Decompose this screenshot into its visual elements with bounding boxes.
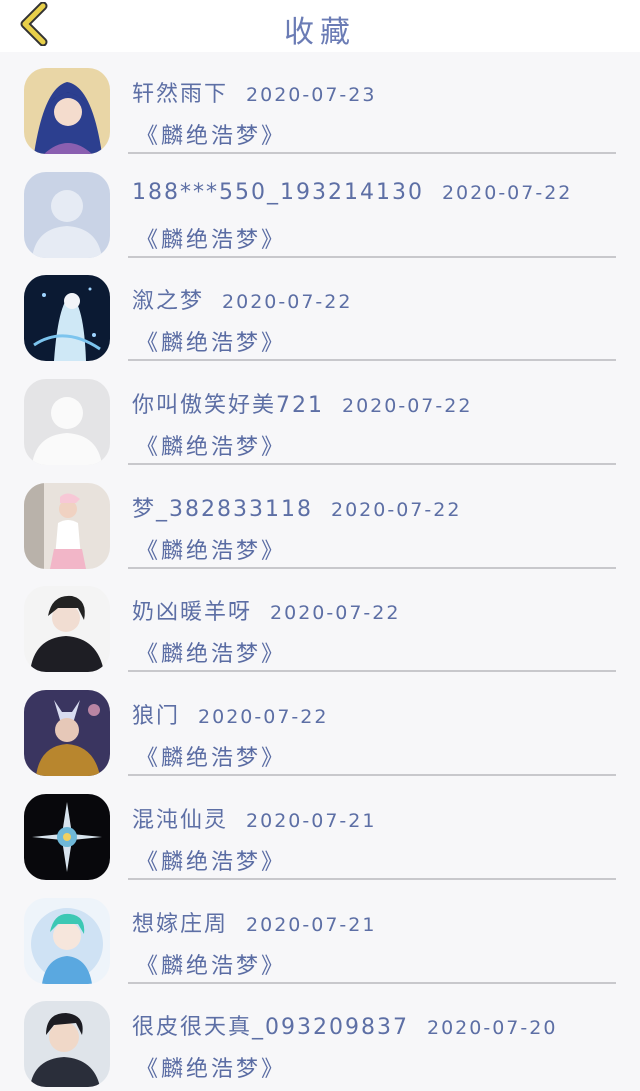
- avatar[interactable]: [24, 690, 110, 777]
- date: 2020-07-22: [222, 291, 353, 314]
- work-title: 《麟绝浩梦》: [136, 331, 287, 357]
- avatar[interactable]: [24, 171, 110, 258]
- divider: [128, 981, 616, 984]
- date: 2020-07-22: [330, 498, 462, 521]
- divider: [128, 255, 616, 258]
- date: 2020-07-22: [441, 181, 573, 204]
- back-button[interactable]: [14, 1, 54, 50]
- list-item[interactable]: 狼门 2020-07-22 《麟绝浩梦》: [0, 674, 640, 778]
- list-item[interactable]: 奶凶暖羊呀 2020-07-22 《麟绝浩梦》: [0, 570, 640, 674]
- divider: [128, 152, 616, 154]
- work-title: 《麟绝浩梦》: [136, 538, 287, 564]
- avatar[interactable]: [24, 379, 110, 466]
- date: 2020-07-21: [246, 809, 377, 832]
- username: 你叫傲笑好美721: [132, 393, 324, 419]
- avatar[interactable]: [24, 586, 110, 673]
- work-title: 《麟绝浩梦》: [136, 849, 287, 875]
- divider: [128, 566, 616, 569]
- item-header: 很皮很天真_093209837 2020-07-20: [132, 1009, 557, 1041]
- username: 梦_382833118: [132, 496, 313, 522]
- item-header: 溆之梦 2020-07-22: [132, 283, 352, 315]
- username: 奶凶暖羊呀: [132, 600, 253, 626]
- work-title: 《麟绝浩梦》: [136, 642, 287, 668]
- username: 狼门: [132, 704, 181, 730]
- divider: [128, 877, 616, 880]
- item-header: 狼门 2020-07-22: [132, 698, 328, 730]
- avatar[interactable]: [24, 68, 110, 154]
- divider: [128, 463, 616, 466]
- date: 2020-07-21: [246, 913, 377, 936]
- list-item[interactable]: 想嫁庄周 2020-07-21 《麟绝浩梦》: [0, 882, 640, 986]
- work-title: 《麟绝浩梦》: [136, 1057, 287, 1083]
- divider: [128, 774, 616, 777]
- username: 想嫁庄周: [132, 911, 229, 937]
- item-header: 你叫傲笑好美721 2020-07-22: [132, 387, 472, 419]
- list-item[interactable]: 很皮很天真_093209837 2020-07-20 《麟绝浩梦》: [0, 985, 640, 1089]
- list-item[interactable]: 溆之梦 2020-07-22 《麟绝浩梦》: [0, 259, 640, 363]
- avatar[interactable]: [24, 1001, 110, 1088]
- username: 很皮很天真_093209837: [132, 1015, 409, 1041]
- item-header: 想嫁庄周 2020-07-21: [132, 906, 376, 938]
- list-item[interactable]: 混沌仙灵 2020-07-21 《麟绝浩梦》: [0, 778, 640, 882]
- item-header: 奶凶暖羊呀 2020-07-22: [132, 594, 400, 626]
- list-item[interactable]: 轩然雨下 2020-07-23 《麟绝浩梦》: [0, 52, 640, 156]
- list-item[interactable]: 梦_382833118 2020-07-22 《麟绝浩梦》: [0, 467, 640, 571]
- item-header: 轩然雨下 2020-07-23: [132, 76, 376, 108]
- list-item[interactable]: 188***550_193214130 2020-07-22 《麟绝浩梦》: [0, 156, 640, 260]
- item-header: 188***550_193214130 2020-07-22: [132, 180, 572, 205]
- username: 轩然雨下: [132, 82, 229, 107]
- username: 188***550_193214130: [132, 179, 424, 205]
- work-title: 《麟绝浩梦》: [136, 124, 287, 149]
- divider: [128, 670, 616, 673]
- work-title: 《麟绝浩梦》: [136, 435, 287, 461]
- avatar[interactable]: [24, 275, 110, 362]
- avatar[interactable]: [24, 897, 110, 984]
- date: 2020-07-23: [246, 84, 377, 106]
- date: 2020-07-20: [426, 1017, 558, 1040]
- date: 2020-07-22: [342, 395, 473, 418]
- date: 2020-07-22: [198, 706, 329, 729]
- date: 2020-07-22: [270, 602, 401, 625]
- top-bar: 收藏: [0, 0, 640, 52]
- divider: [128, 359, 616, 362]
- page-title: 收藏: [284, 15, 356, 50]
- work-title: 《麟绝浩梦》: [136, 227, 287, 253]
- chevron-left-icon: [17, 1, 51, 50]
- item-header: 梦_382833118 2020-07-22: [132, 491, 461, 523]
- avatar[interactable]: [24, 793, 110, 880]
- work-title: 《麟绝浩梦》: [136, 746, 287, 772]
- username: 混沌仙灵: [132, 807, 229, 833]
- list-item[interactable]: 你叫傲笑好美721 2020-07-22 《麟绝浩梦》: [0, 363, 640, 467]
- item-header: 混沌仙灵 2020-07-21: [132, 802, 376, 834]
- favorites-list: 轩然雨下 2020-07-23 《麟绝浩梦》 188***550_19321413…: [0, 52, 640, 1089]
- avatar[interactable]: [24, 482, 110, 569]
- work-title: 《麟绝浩梦》: [136, 953, 287, 979]
- username: 溆之梦: [132, 289, 205, 315]
